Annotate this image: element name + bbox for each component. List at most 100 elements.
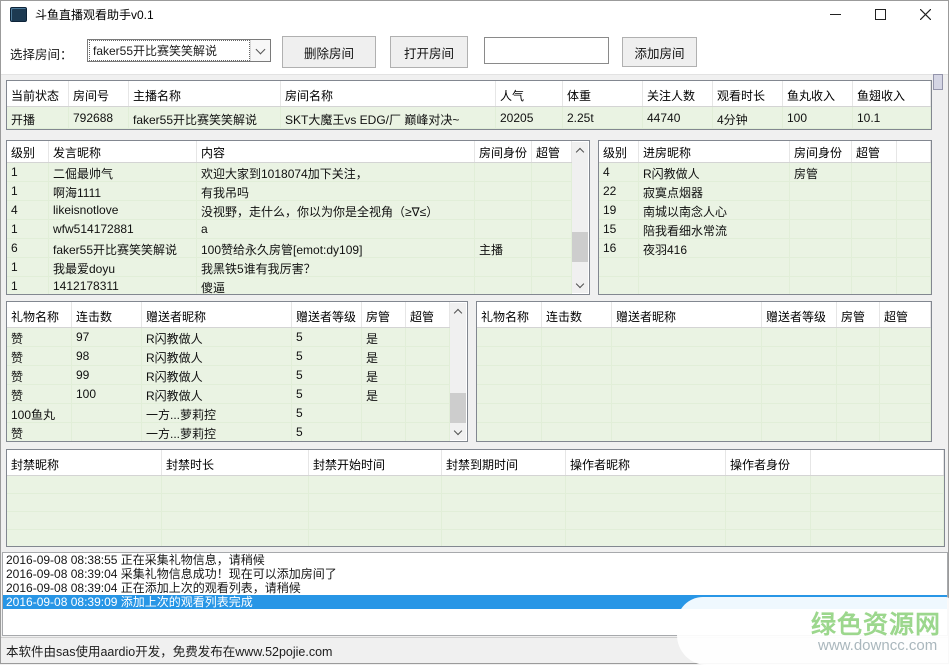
table-cell [532,239,572,258]
column-header[interactable]: 赠送者昵称 [612,302,762,327]
table-row[interactable]: 赞98R闪教做人5是 [7,347,450,366]
column-header[interactable]: 房间身份 [475,141,532,162]
column-header[interactable]: 赠送者昵称 [142,302,292,327]
table-row[interactable] [477,366,931,385]
column-header[interactable]: 超管 [532,141,572,162]
column-header[interactable]: 房间身份 [790,141,852,162]
scroll-up-button[interactable] [572,142,588,158]
column-header[interactable]: 鱼翅收入 [853,81,931,106]
column-header[interactable]: 房管 [837,302,880,327]
table-row[interactable]: 100鱼丸一方...萝莉控5 [7,404,450,423]
table-row[interactable]: 15陪我看细水常流 [599,220,931,239]
close-button[interactable] [903,1,948,28]
table-row[interactable]: 6faker55开比赛笑笑解说100赞给永久房管[emot:dy109]主播 [7,239,572,258]
column-header[interactable] [811,450,944,475]
maximize-button[interactable] [858,1,903,28]
table-row[interactable]: 4likeisnotlove没视野，走什么，你以为你是全视角（≥∇≤） [7,201,572,220]
table-cell: 主播 [475,239,532,258]
add-room-input[interactable] [484,37,609,64]
scroll-up-button[interactable] [450,303,466,319]
column-header[interactable]: 超管 [880,302,931,327]
column-header[interactable]: 超管 [406,302,450,327]
table-row[interactable]: 1啊海1111有我吊吗 [7,182,572,201]
table-row[interactable]: 1我最爱doyu我黑铁5谁有我厉害？ [7,258,572,277]
open-room-button[interactable]: 打开房间 [390,36,468,68]
column-header[interactable]: 礼物名称 [477,302,542,327]
add-room-button[interactable]: 添加房间 [622,37,697,67]
table-row[interactable]: 1wfw514172881a [7,220,572,239]
column-header[interactable]: 赠送者等级 [292,302,362,327]
column-header[interactable]: 鱼丸收入 [783,81,853,106]
column-header[interactable]: 赠送者等级 [762,302,837,327]
table-row[interactable]: 赞100R闪教做人5是 [7,385,450,404]
column-header[interactable]: 主播名称 [129,81,281,106]
table-row[interactable] [599,277,931,294]
table-row[interactable] [599,258,931,277]
column-header[interactable]: 房间号 [69,81,129,106]
column-header[interactable]: 进房昵称 [639,141,790,162]
column-header[interactable]: 礼物名称 [7,302,72,327]
scrollbar-track[interactable] [572,158,588,277]
table-cell: a [197,220,475,239]
table-row[interactable]: 16夜羽416 [599,239,931,258]
column-header[interactable]: 连击数 [542,302,612,327]
log-line[interactable]: 2016-09-08 08:39:04 正在添加上次的观看列表，请稍候 [3,581,947,595]
table-row[interactable]: 22寂寞点烟器 [599,182,931,201]
column-header[interactable]: 操作者身份 [726,450,811,475]
table-row[interactable]: 1二倔最帅气欢迎大家到1018074加下关注， [7,163,572,182]
scroll-down-button[interactable] [572,277,588,293]
table-row[interactable]: 11412178311傻逼 [7,277,572,294]
table-row[interactable] [477,385,931,404]
column-header[interactable]: 级别 [7,141,49,162]
table-row[interactable]: 赞99R闪教做人5是 [7,366,450,385]
scrollbar-thumb[interactable] [572,232,588,262]
table-row[interactable]: 19南城以南念人心 [599,201,931,220]
column-header[interactable]: 观看时长 [713,81,783,106]
column-header[interactable]: 操作者昵称 [566,450,726,475]
column-header[interactable]: 房间名称 [281,81,496,106]
table-cell: faker55开比赛笑笑解说 [49,239,197,258]
table-row[interactable] [477,404,931,423]
vertical-scrollbar[interactable] [572,142,588,293]
column-header[interactable] [897,141,931,162]
column-header[interactable]: 封禁昵称 [7,450,162,475]
column-header[interactable]: 封禁时长 [162,450,309,475]
column-header[interactable]: 连击数 [72,302,142,327]
table-row[interactable] [7,476,944,494]
table-row[interactable]: 4R闪教做人房管 [599,163,931,182]
minimize-button[interactable] [813,1,858,28]
table-row[interactable] [477,423,931,441]
log-line[interactable]: 2016-09-08 08:39:04 采集礼物信息成功！现在可以添加房间了 [3,567,947,581]
column-header[interactable]: 内容 [197,141,475,162]
table-row[interactable] [7,512,944,530]
column-header[interactable]: 体重 [563,81,643,106]
column-header[interactable]: 关注人数 [643,81,713,106]
column-header[interactable]: 封禁开始时间 [309,450,442,475]
column-header[interactable]: 超管 [852,141,897,162]
table-row[interactable] [477,328,931,347]
scrollbar-thumb[interactable] [450,393,466,423]
column-header[interactable]: 房管 [362,302,406,327]
vertical-scrollbar[interactable] [450,303,466,440]
column-header[interactable]: 当前状态 [7,81,69,106]
table-cell: 赞 [7,347,72,366]
table-body: 赞97R闪教做人5是赞98R闪教做人5是赞99R闪教做人5是赞100R闪教做人5… [7,328,450,441]
table-row[interactable]: 赞97R闪教做人5是 [7,328,450,347]
delete-room-button[interactable]: 删除房间 [282,36,376,68]
table-row[interactable]: 赞一方...萝莉控5 [7,423,450,441]
table-row[interactable]: 开播792688faker55开比赛笑笑解说SKT大魔王vs EDG/厂 巅峰对… [7,107,931,129]
scrollbar-track[interactable] [450,319,466,424]
column-header[interactable]: 封禁到期时间 [442,450,566,475]
log-line[interactable]: 2016-09-08 08:38:55 正在采集礼物信息，请稍候 [3,553,947,567]
scroll-down-button[interactable] [450,424,466,440]
table-row[interactable] [7,494,944,512]
combo-dropdown-button[interactable] [250,40,270,61]
table-row[interactable] [477,347,931,366]
table-cell: R闪教做人 [639,163,790,182]
room-select-combobox[interactable]: faker55开比赛笑笑解说 [87,39,271,62]
table-row[interactable] [7,530,944,546]
column-header[interactable]: 人气 [496,81,563,106]
scrollbar-fragment[interactable] [933,74,943,90]
column-header[interactable]: 发言昵称 [49,141,197,162]
column-header[interactable]: 级别 [599,141,639,162]
